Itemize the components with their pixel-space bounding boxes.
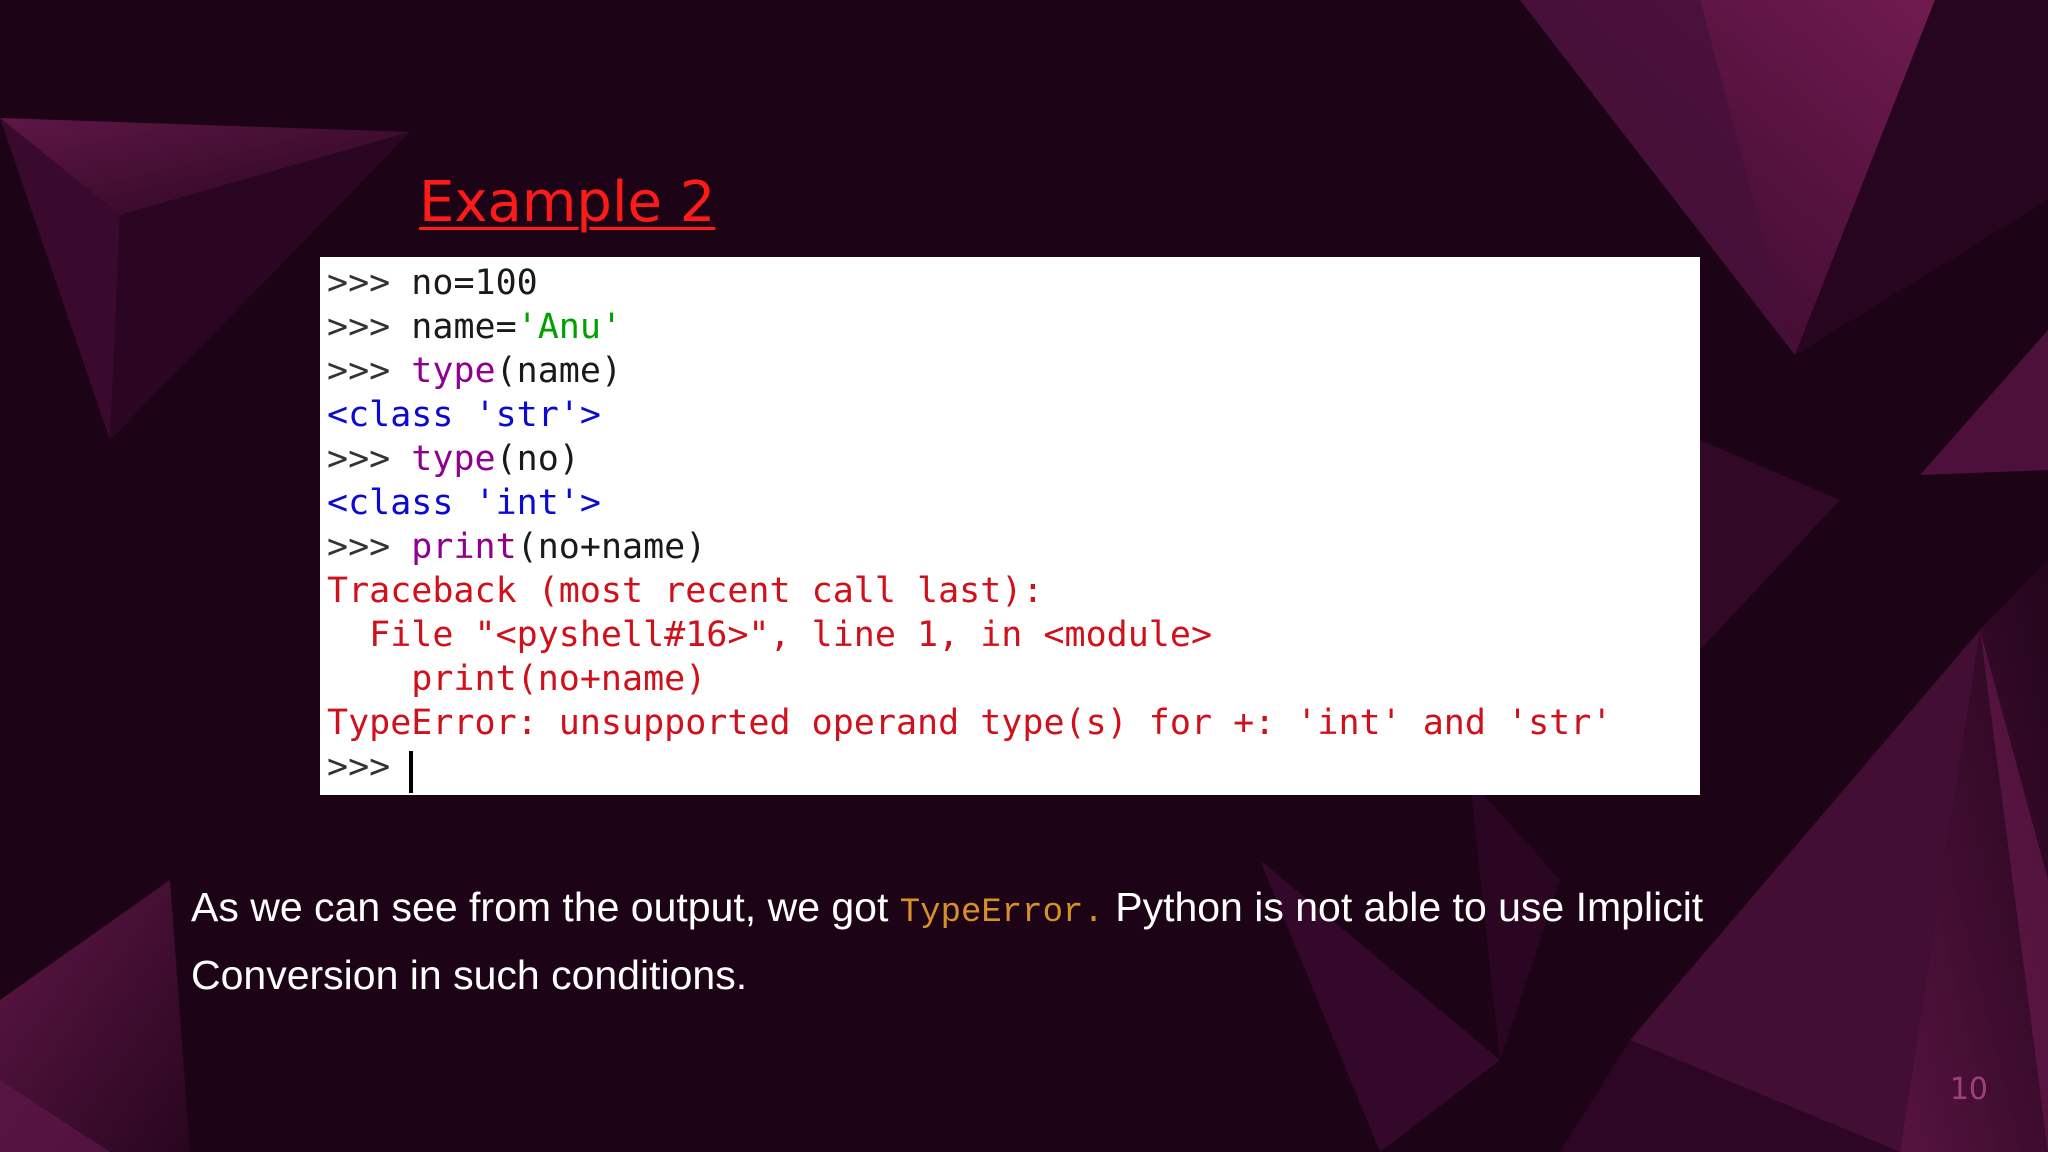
text-cursor (409, 751, 413, 793)
shell-line: >>> name='Anu' (327, 307, 623, 347)
shell-line: >>> no=100 (327, 263, 538, 303)
shell-error-line: File "<pyshell#16>", line 1, in <module> (327, 615, 1213, 655)
shell-error-line: TypeError: unsupported operand type(s) f… (327, 703, 1613, 743)
explanation-paragraph: As we can see from the output, we got Ty… (191, 884, 1704, 998)
inline-code: TypeError. (899, 894, 1104, 932)
shell-output-line: <class 'int'> (327, 483, 601, 523)
shell-prompt-line: >>> (327, 747, 412, 787)
shell-output-line: <class 'str'> (327, 395, 601, 435)
shell-line: >>> print(no+name) (327, 527, 707, 567)
shell-error-line: Traceback (most recent call last): (327, 571, 1044, 611)
page-number: 10 (1949, 1072, 1988, 1107)
shell-line: >>> type(name) (327, 351, 623, 391)
shell-error-line: print(no+name) (327, 659, 707, 699)
python-shell-screenshot: >>> no=100 >>> name='Anu' >>> type(name)… (320, 257, 1700, 795)
shell-line: >>> type(no) (327, 439, 580, 479)
slide-title: Example 2 (419, 170, 716, 235)
